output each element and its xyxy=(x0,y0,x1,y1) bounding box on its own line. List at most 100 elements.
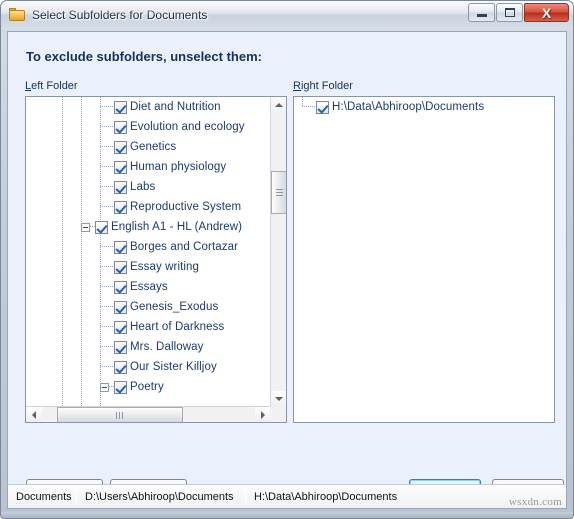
left-folder-label: Left Folder xyxy=(25,80,78,92)
right-folder-label-rest: ight Folder xyxy=(300,80,353,92)
chevron-down-icon xyxy=(275,397,283,401)
left-tree-horizontal-scrollbar[interactable] xyxy=(26,406,271,422)
instruction-text: To exclude subfolders, unselect them: xyxy=(26,49,262,64)
tree-item[interactable]: Human physiology xyxy=(26,157,271,177)
left-tree-viewport[interactable]: Diet and Nutrition Evolution and ecology G… xyxy=(26,97,271,407)
watermark: wsxdn.com xyxy=(508,496,562,508)
tree-connector xyxy=(100,317,114,337)
tree-item[interactable]: Heart of Darkness xyxy=(26,317,271,337)
tree-connector xyxy=(100,157,114,177)
minimize-icon xyxy=(476,14,487,17)
tree-item-label: English A1 - HL (Andrew) xyxy=(111,221,243,233)
dialog-body: To exclude subfolders, unselect them: Le… xyxy=(7,31,567,502)
tree-item-checkbox[interactable] xyxy=(114,100,127,114)
collapse-icon[interactable] xyxy=(81,222,90,232)
tree-item[interactable]: Essays xyxy=(26,277,271,297)
tree-connector xyxy=(100,197,114,217)
left-tree-vertical-scrollbar[interactable] xyxy=(270,97,286,407)
tree-connector xyxy=(100,277,114,297)
left-folder-label-rest: eft Folder xyxy=(31,80,78,92)
tree-item[interactable]: Genetics xyxy=(26,137,271,157)
close-icon: X xyxy=(541,4,552,21)
tree-connector xyxy=(100,97,114,117)
tree-item[interactable]: H:\Data\Abhiroop\Documents xyxy=(294,97,554,117)
tree-item-label: Our Sister Killjoy xyxy=(130,361,217,373)
close-button[interactable]: X xyxy=(524,3,569,22)
tree-item-checkbox[interactable] xyxy=(114,300,127,314)
tree-connector xyxy=(100,337,114,357)
tree-item-checkbox[interactable] xyxy=(114,240,127,254)
status-cell-name: Documents xyxy=(16,490,72,503)
status-cell-right-path: H:\Data\Abhiroop\Documents xyxy=(254,490,398,503)
scroll-left-button[interactable] xyxy=(26,407,42,422)
tree-item[interactable]: Borges and Cortazar xyxy=(26,237,271,257)
chevron-right-icon xyxy=(261,411,265,419)
tree-connector xyxy=(100,357,114,377)
tree-item-label: H:\Data\Abhiroop\Documents xyxy=(332,101,485,113)
tree-item[interactable]: Mrs. Dalloway xyxy=(26,337,271,357)
right-folder-tree-panel[interactable]: H:\Data\Abhiroop\Documents xyxy=(293,96,555,423)
folder-icon xyxy=(9,8,25,22)
tree-item-checkbox[interactable] xyxy=(95,220,108,234)
tree-item-label: Reproductive System xyxy=(130,201,242,213)
tree-item-label: Heart of Darkness xyxy=(130,321,225,333)
scrollbar-corner xyxy=(270,406,286,422)
vertical-scroll-thumb[interactable] xyxy=(271,171,286,215)
tree-connector xyxy=(100,297,114,317)
tree-item-checkbox[interactable] xyxy=(114,120,127,134)
tree-connector xyxy=(100,117,114,137)
maximize-button[interactable] xyxy=(496,3,523,22)
tree-item-checkbox[interactable] xyxy=(114,200,127,214)
tree-item-checkbox[interactable] xyxy=(114,320,127,334)
status-cell-left-path: D:\Users\Abhiroop\Documents xyxy=(85,490,234,503)
tree-connector xyxy=(100,137,114,157)
left-folder-tree-panel[interactable]: Diet and Nutrition Evolution and ecology G… xyxy=(25,96,287,423)
dialog-window: Select Subfolders for Documents X To exc… xyxy=(0,0,574,519)
tree-item-checkbox[interactable] xyxy=(114,180,127,194)
tree-item[interactable]: English A1 - HL (Andrew) xyxy=(26,217,271,237)
tree-item[interactable]: Poetry xyxy=(26,377,271,397)
tree-item-label: Poetry xyxy=(130,381,164,393)
scroll-up-button[interactable] xyxy=(271,97,286,113)
tree-item-label: Evolution and ecology xyxy=(130,121,245,133)
scroll-down-button[interactable] xyxy=(271,391,286,407)
minimize-button[interactable] xyxy=(468,3,495,22)
title-bar[interactable]: Select Subfolders for Documents X xyxy=(1,1,573,29)
tree-item[interactable]: Labs xyxy=(26,177,271,197)
tree-item-label: Essays xyxy=(130,281,168,293)
horizontal-scroll-thumb[interactable] xyxy=(56,407,183,422)
maximize-icon xyxy=(504,8,515,17)
collapse-icon[interactable] xyxy=(100,382,109,392)
status-bar: Documents D:\Users\Abhiroop\Documents H:… xyxy=(7,484,567,509)
grip-icon xyxy=(116,411,124,419)
tree-item-checkbox[interactable] xyxy=(114,340,127,354)
tree-item-checkbox[interactable] xyxy=(114,380,127,394)
tree-item-checkbox[interactable] xyxy=(114,260,127,274)
tree-item[interactable]: Essay writing xyxy=(26,257,271,277)
right-tree-viewport[interactable]: H:\Data\Abhiroop\Documents xyxy=(294,97,554,422)
tree-item-checkbox[interactable] xyxy=(114,140,127,154)
tree-item-checkbox[interactable] xyxy=(114,360,127,374)
tree-item[interactable]: Our Sister Killjoy xyxy=(26,357,271,377)
tree-item[interactable]: Diet and Nutrition xyxy=(26,97,271,117)
tree-connector xyxy=(100,177,114,197)
tree-item-label: Genetics xyxy=(130,141,177,153)
window-bottom-edge xyxy=(1,512,573,518)
right-folder-label: Right Folder xyxy=(293,80,353,92)
tree-item-checkbox[interactable] xyxy=(114,280,127,294)
scroll-right-button[interactable] xyxy=(255,407,271,422)
tree-item-checkbox[interactable] xyxy=(114,160,127,174)
tree-item[interactable]: Reproductive System xyxy=(26,197,271,217)
tree-item-checkbox[interactable] xyxy=(316,100,329,114)
right-tree-rows: H:\Data\Abhiroop\Documents xyxy=(294,97,554,117)
right-folder-label-accel: R xyxy=(293,80,301,92)
tree-item-label: Labs xyxy=(130,181,156,193)
tree-item[interactable]: Genesis_Exodus xyxy=(26,297,271,317)
chevron-up-icon xyxy=(275,103,283,107)
tree-item-label: Genesis_Exodus xyxy=(130,301,219,313)
chevron-left-icon xyxy=(32,411,36,419)
tree-connector xyxy=(302,97,316,117)
tree-item[interactable]: Evolution and ecology xyxy=(26,117,271,137)
tree-connector xyxy=(100,257,114,277)
left-tree-rows: Diet and Nutrition Evolution and ecology G… xyxy=(26,97,271,397)
